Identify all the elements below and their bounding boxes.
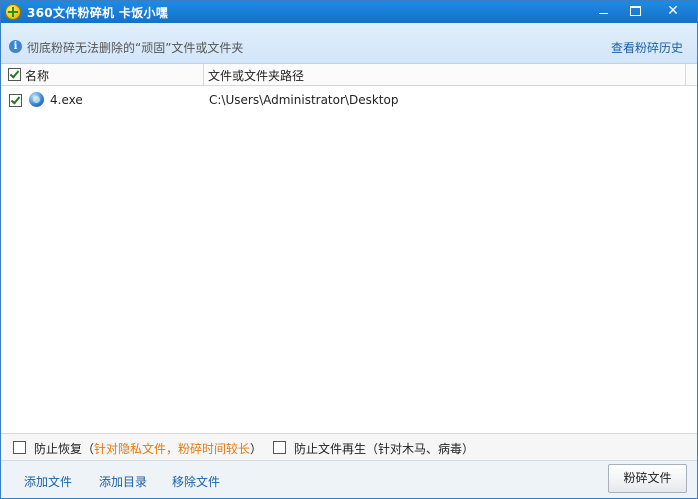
prevent-recovery-checkbox[interactable] xyxy=(13,441,26,454)
file-path: C:\Users\Administrator\Desktop xyxy=(209,93,399,107)
prevent-recovery-label[interactable]: 防止恢复（针对隐私文件，粉碎时间较长） xyxy=(34,440,262,457)
column-header-name[interactable]: 名称 xyxy=(25,67,49,84)
close-button[interactable]: ✕ xyxy=(651,1,695,21)
select-all-checkbox[interactable] xyxy=(8,68,21,81)
remove-file-button[interactable]: 移除文件 xyxy=(172,473,220,490)
prevent-recovery-note: 针对隐私文件，粉碎时间较长 xyxy=(94,442,251,456)
options-bar: 防止恢复（针对隐私文件，粉碎时间较长） 防止文件再生（针对木马、病毒） xyxy=(1,433,697,460)
column-divider[interactable] xyxy=(203,64,204,85)
prevent-recovery-text: 防止恢复 xyxy=(34,442,83,456)
table-row[interactable]: 4.exe C:\Users\Administrator\Desktop xyxy=(1,90,697,110)
add-directory-button[interactable]: 添加目录 xyxy=(99,473,147,490)
minimize-button[interactable] xyxy=(587,1,619,21)
shred-files-button[interactable]: 粉碎文件 xyxy=(608,464,687,493)
prevent-regen-checkbox[interactable] xyxy=(273,441,286,454)
window-title: 360文件粉碎机 卡饭小嘿 xyxy=(27,6,169,20)
column-header-path[interactable]: 文件或文件夹路径 xyxy=(208,67,304,84)
close-icon: ✕ xyxy=(667,3,679,19)
prevent-regen-note: （针对木马、病毒） xyxy=(366,442,475,456)
app-logo-icon xyxy=(5,4,21,20)
info-text: 彻底粉碎无法删除的“顽固”文件或文件夹 xyxy=(27,41,244,55)
column-divider-end[interactable] xyxy=(685,64,686,85)
info-icon: i xyxy=(9,40,22,53)
info-bar: i 彻底粉碎无法删除的“顽固”文件或文件夹 查看粉碎历史 xyxy=(1,23,697,64)
file-name: 4.exe xyxy=(50,93,83,107)
paren-open: （ xyxy=(82,442,95,456)
bottom-toolbar: 添加文件 添加目录 移除文件 粉碎文件 xyxy=(1,460,697,498)
maximize-button[interactable] xyxy=(619,1,651,21)
add-file-button[interactable]: 添加文件 xyxy=(24,473,72,490)
maximize-icon xyxy=(629,5,641,16)
shredder-window: 360文件粉碎机 卡饭小嘿 ✕ i 彻底粉碎无法删除的“顽固”文件或文件夹 查看… xyxy=(0,0,698,499)
view-history-link[interactable]: 查看粉碎历史 xyxy=(611,39,683,56)
prevent-regen-label[interactable]: 防止文件再生（针对木马、病毒） xyxy=(294,440,474,457)
row-checkbox[interactable] xyxy=(9,94,22,107)
table-header: 名称 文件或文件夹路径 xyxy=(1,64,697,86)
minimize-icon xyxy=(598,13,608,14)
title-bar[interactable]: 360文件粉碎机 卡饭小嘿 ✕ xyxy=(1,1,697,23)
exe-file-icon xyxy=(29,92,44,107)
prevent-regen-text: 防止文件再生 xyxy=(294,442,367,456)
paren-close: ） xyxy=(250,442,263,456)
